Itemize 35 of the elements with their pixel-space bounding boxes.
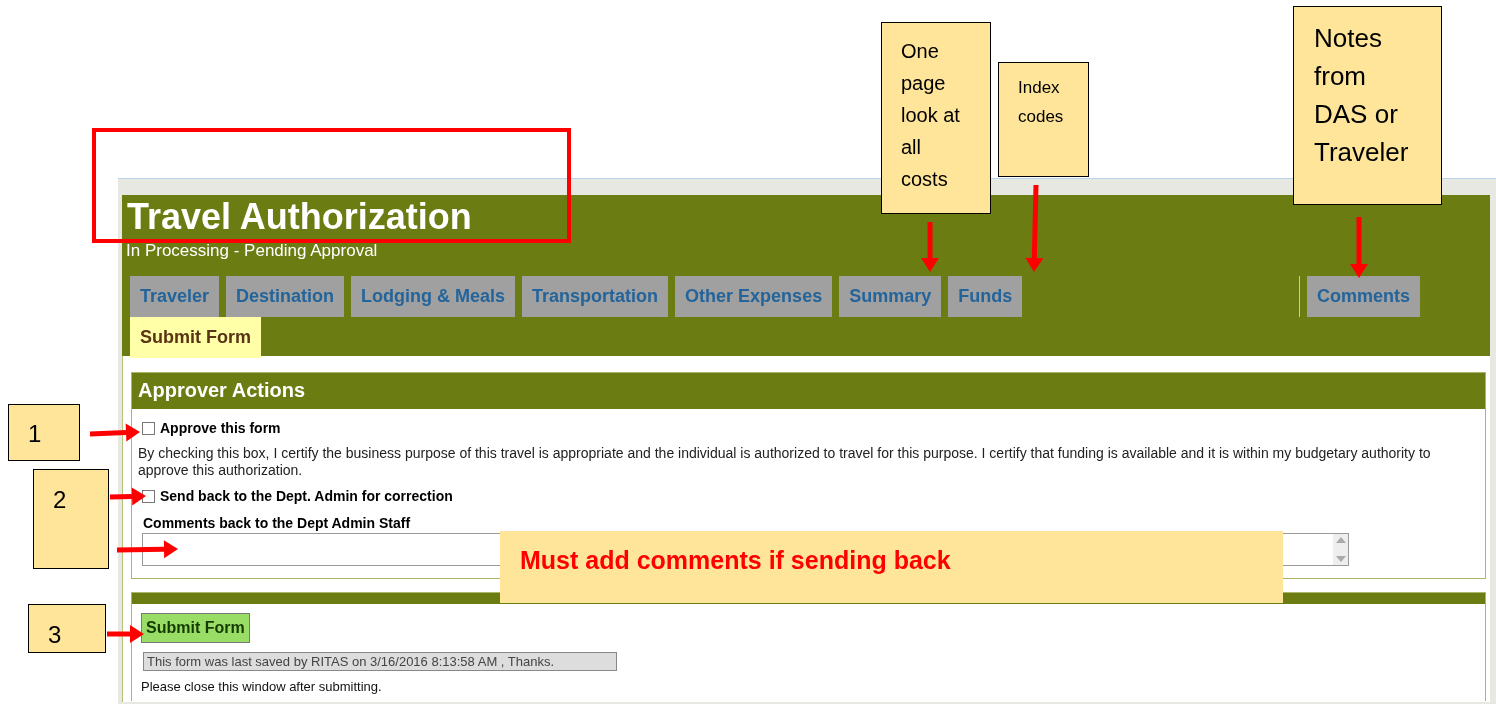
tab[interactable]: Traveler <box>130 276 220 317</box>
checkbox-label: Approve this form <box>160 420 281 436</box>
arrow <box>89 423 140 442</box>
submit-button[interactable]: Submit Form <box>141 613 250 643</box>
tab[interactable]: Summary <box>839 276 942 317</box>
tab[interactable]: Other Expenses <box>675 276 833 317</box>
arrow <box>109 487 146 506</box>
field-label: Comments back to the Dept Admin Staff <box>143 515 412 531</box>
closing-note: Please close this window after submitting. <box>141 679 383 694</box>
form-status: In Processing - Pending Approval <box>125 241 378 261</box>
tab[interactable]: Submit Form <box>130 317 261 358</box>
panel-title: Approver Actions <box>132 373 1485 409</box>
checkbox-label: Send back to the Dept. Admin for correction <box>160 488 453 504</box>
tab[interactable]: Transportation <box>522 276 669 317</box>
saved-message: This form was last saved by RITAS on 3/16/2016 8:13:58 AM , Thanks. <box>143 652 617 671</box>
arrow <box>921 222 939 272</box>
step-marker: 3 <box>28 604 106 653</box>
scrollbar[interactable] <box>1333 534 1348 565</box>
arrow <box>1350 217 1368 278</box>
arrow <box>107 625 144 643</box>
callout: Notes from DAS or Traveler <box>1293 6 1442 205</box>
tab[interactable]: Funds <box>948 276 1023 317</box>
tab[interactable]: Lodging & Meals <box>351 276 516 317</box>
callout: Index codes <box>998 62 1089 177</box>
checkbox[interactable] <box>142 489 155 503</box>
step-marker: 1 <box>8 404 80 461</box>
note-tooltip: Must add comments if sending back <box>500 531 1283 603</box>
checkbox[interactable] <box>142 421 155 435</box>
certification-text: By checking this box, I certify the business purpose of this travel is appropriate and the individual is authorized to travel for this purpose. I certify that funding is available and it is within my budgetary authority to approve this authorization. <box>138 445 1432 479</box>
tab[interactable]: Destination <box>226 276 345 317</box>
arrow <box>116 540 178 559</box>
form-title: Travel Authorization <box>126 197 472 237</box>
step-marker: 2 <box>33 469 109 569</box>
tab[interactable]: Comments <box>1307 276 1420 317</box>
callout: One page look at all costs <box>881 22 991 214</box>
